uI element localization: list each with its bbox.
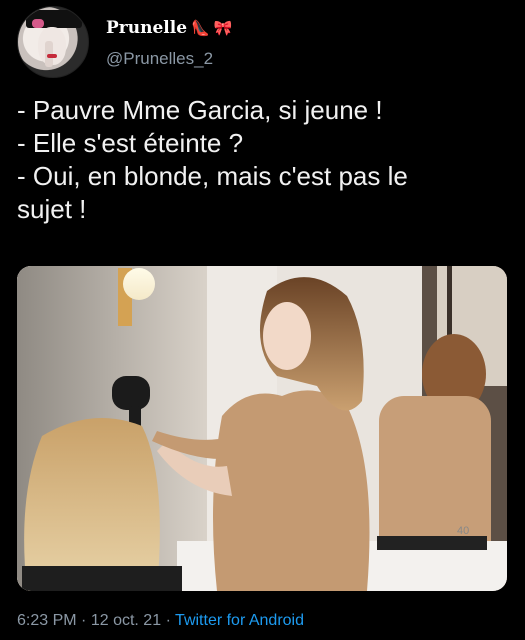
- avatar[interactable]: [17, 6, 89, 78]
- meta-separator: ·: [165, 612, 171, 629]
- tweet-source-link[interactable]: Twitter for Android: [175, 612, 304, 629]
- author-handle[interactable]: @Prunelles_2: [106, 49, 213, 69]
- high-heel-emoji-icon: 👠: [191, 19, 210, 37]
- client-hair: [24, 418, 160, 591]
- tweet-photo[interactable]: 40: [17, 266, 507, 591]
- author-name-row[interactable]: Prunelle 👠 🎀: [106, 18, 232, 38]
- tweet-time[interactable]: 6:23 PM: [17, 612, 77, 629]
- tweet-line: sujet !: [17, 194, 87, 224]
- ribbon-emoji-icon: 🎀: [213, 19, 233, 37]
- salon-photo-illustration: 40: [17, 266, 507, 591]
- tweet-text: - Pauvre Mme Garcia, si jeune ! - Elle s…: [17, 94, 497, 226]
- photo-mark: 40: [457, 525, 469, 537]
- author-display-name[interactable]: Prunelle: [106, 18, 187, 38]
- tweet-date[interactable]: 12 oct. 21: [91, 612, 161, 629]
- tweet-meta: 6:23 PM · 12 oct. 21 · Twitter for Andro…: [17, 612, 304, 630]
- tweet-line: - Elle s'est éteinte ?: [17, 128, 244, 158]
- tweet-header: Prunelle 👠 🎀 @Prunelles_2: [17, 6, 507, 80]
- avatar-bow: [32, 19, 44, 28]
- meta-separator: ·: [81, 612, 87, 629]
- hairdryer-icon: [112, 376, 150, 410]
- tweet-line: - Oui, en blonde, mais c'est pas le: [17, 161, 408, 191]
- avatar-lips: [47, 54, 57, 58]
- tweet-line: - Pauvre Mme Garcia, si jeune !: [17, 95, 383, 125]
